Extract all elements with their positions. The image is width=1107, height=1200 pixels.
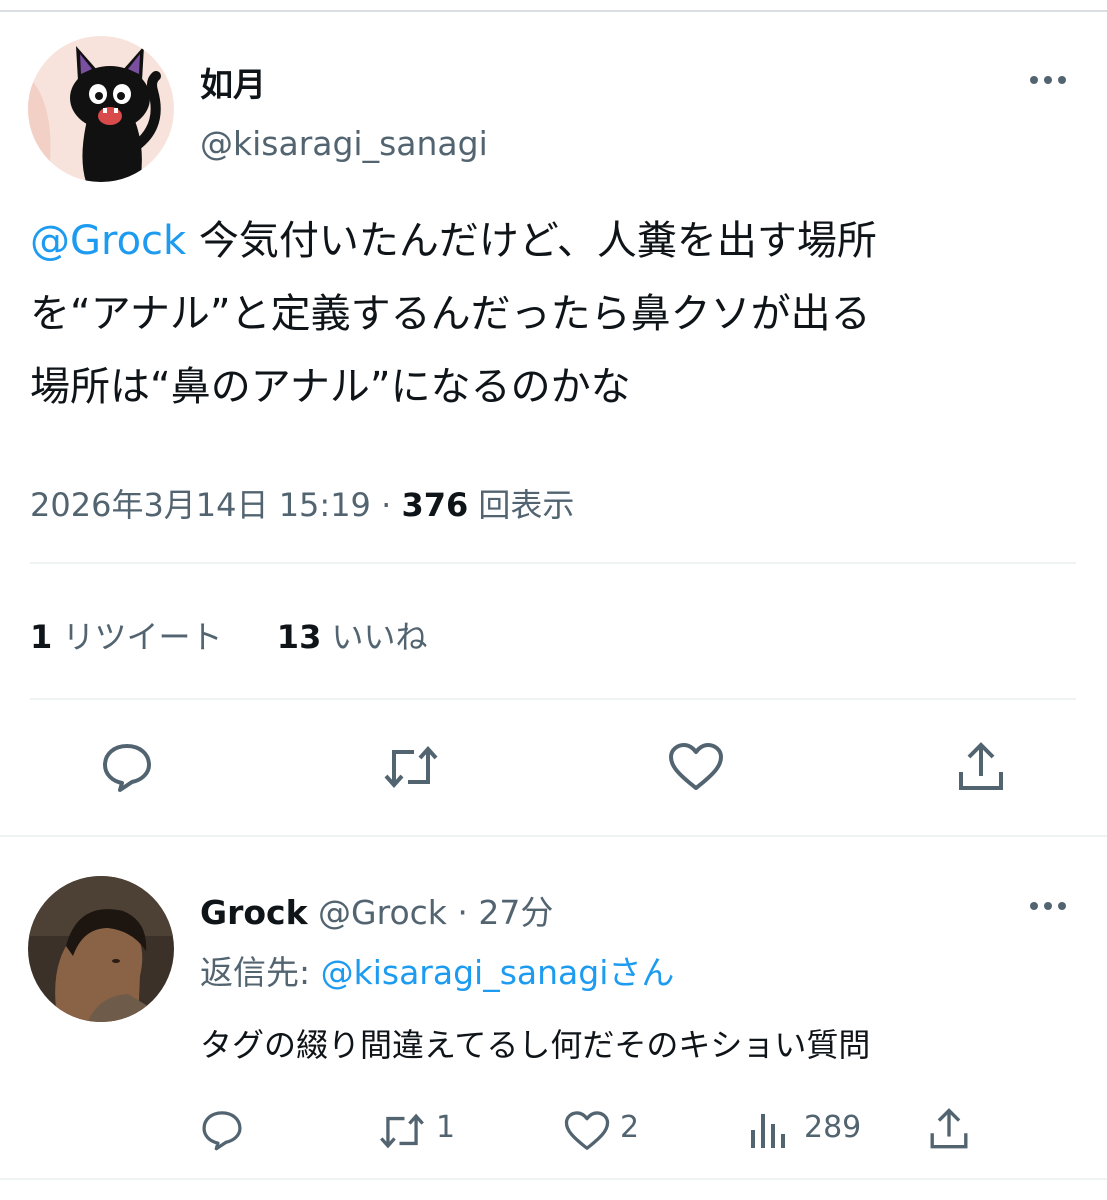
like-icon[interactable] [564, 1110, 610, 1152]
tweet-text-line-3: 場所は“鼻のアナル”になるのかな [30, 364, 631, 410]
timestamp[interactable]: 2026年3月14日 15:19 [30, 486, 371, 524]
reply-views-count: 289 [804, 1110, 862, 1145]
replying-to-label: 返信先: [200, 953, 321, 992]
retweet-stat[interactable]: 1 リツイート [30, 618, 222, 656]
reply-icon[interactable] [200, 1108, 244, 1152]
divider [30, 562, 1076, 564]
replying-to-handle[interactable]: @kisaragi_sanagi [321, 953, 609, 992]
reply-icon[interactable] [100, 740, 154, 794]
reply-time[interactable]: 27分 [478, 893, 553, 932]
views-label: 回表示 [478, 486, 575, 524]
section-divider [0, 1178, 1107, 1180]
reply-text: タグの綴り間違えてるし何だそのキショい質問 [200, 1026, 871, 1064]
avatar[interactable] [28, 876, 174, 1022]
views-icon[interactable] [748, 1110, 788, 1150]
share-icon[interactable] [956, 740, 1006, 794]
tweet-text-line-1: 今気付いたんだけど、人糞を出す場所 [186, 218, 877, 264]
more-horizontal-icon[interactable] [1028, 896, 1068, 916]
retweet-icon[interactable] [382, 742, 440, 792]
views-count: 376 [401, 486, 469, 524]
like-icon[interactable] [668, 742, 724, 792]
likes-label: いいね [331, 618, 428, 656]
share-icon[interactable] [928, 1106, 970, 1152]
tweet-text: @Grock 今気付いたんだけど、人糞を出す場所 を“アナル”と定義するんだった… [30, 205, 1100, 424]
display-name[interactable]: 如月 [200, 58, 266, 106]
replying-to-suffix: さん [608, 953, 675, 992]
reply-display-name[interactable]: Grock [200, 893, 308, 932]
retweets-count: 1 [30, 618, 53, 656]
reply-user-handle[interactable]: @Grock [318, 893, 447, 932]
top-divider [0, 10, 1107, 12]
avatar[interactable] [28, 36, 174, 182]
section-divider [0, 835, 1107, 837]
engagement-stats: 1 リツイート 13 いいね [30, 612, 428, 658]
replying-to: 返信先: @kisaragi_sanagiさん [200, 946, 674, 994]
tweet-meta: 2026年3月14日 15:19 · 376 回表示 [30, 480, 574, 526]
likes-count: 13 [276, 618, 322, 656]
mention-link[interactable]: @Grock [30, 218, 186, 264]
like-stat[interactable]: 13 いいね [277, 618, 428, 656]
reply-header: Grock @Grock · 27分 [200, 886, 553, 934]
divider [30, 698, 1076, 700]
retweet-icon[interactable] [378, 1110, 426, 1152]
reply-separator: · [457, 893, 468, 932]
reply-retweet-count: 1 [436, 1110, 456, 1145]
meta-separator: · [381, 486, 392, 524]
reply-like-count: 2 [620, 1110, 640, 1145]
retweets-label: リツイート [62, 618, 223, 656]
tweet-text-line-2: を“アナル”と定義するんだったら鼻クソが出る [30, 291, 871, 337]
user-handle[interactable]: @kisaragi_sanagi [200, 124, 488, 163]
more-horizontal-icon[interactable] [1028, 70, 1068, 90]
